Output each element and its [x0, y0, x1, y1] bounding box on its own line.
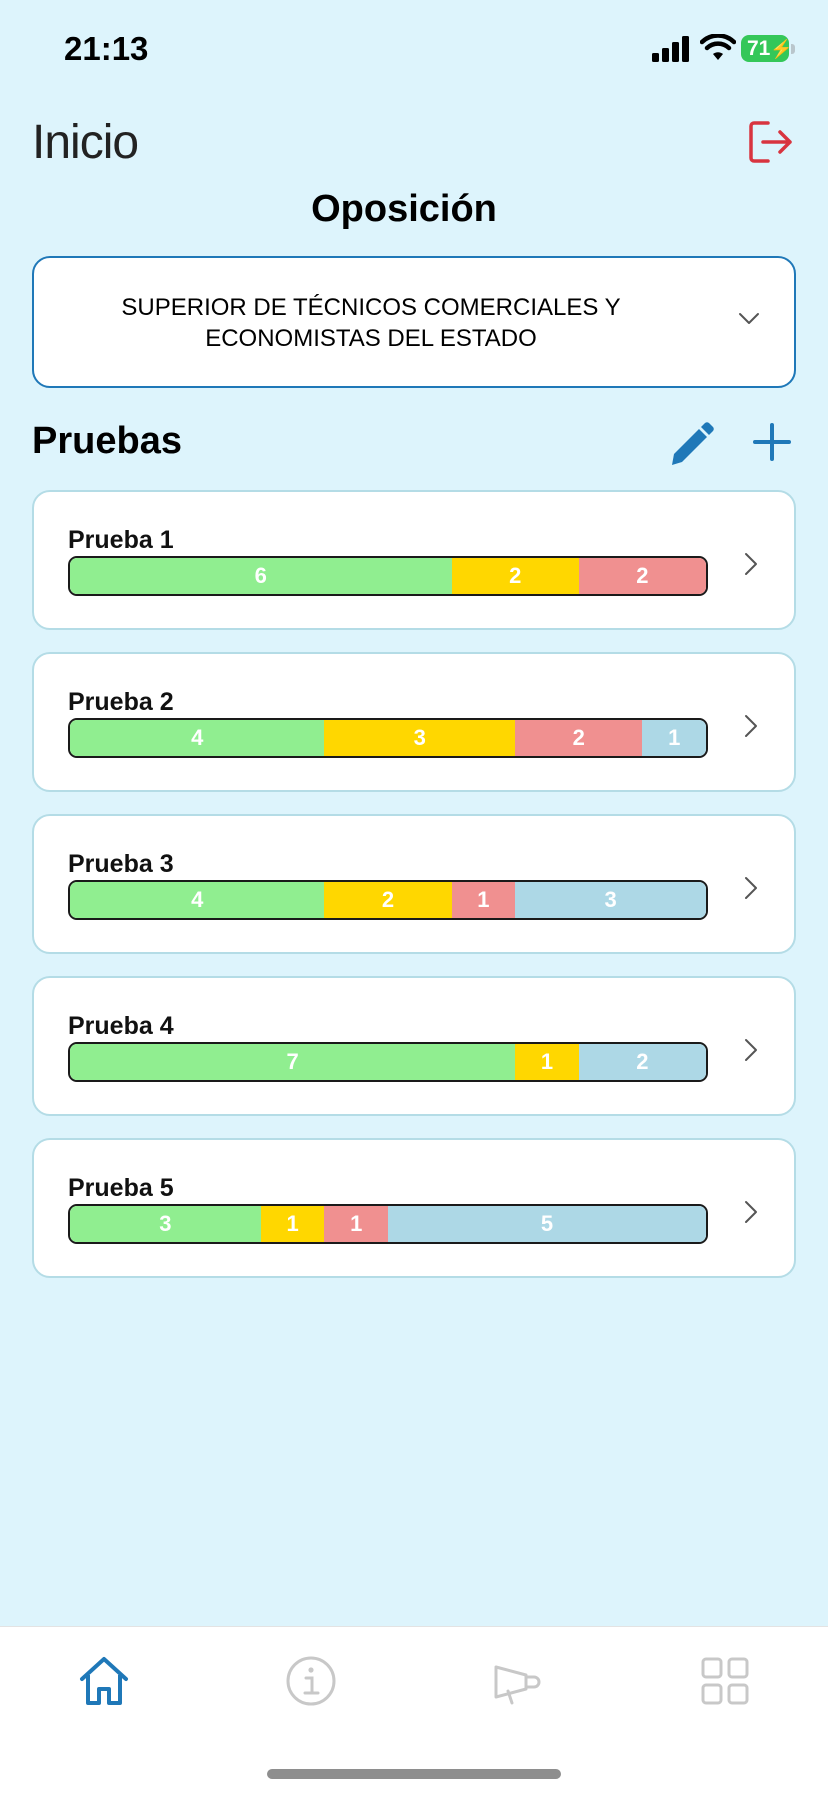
segment-yellow: 1	[515, 1044, 579, 1080]
segment-green: 4	[70, 882, 325, 918]
chevron-down-icon	[739, 313, 759, 324]
prueba-label: Prueba 4	[68, 1012, 174, 1040]
progress-bar: 622	[68, 556, 708, 596]
tab-bar	[0, 1626, 828, 1793]
segment-blue: 3	[515, 882, 706, 918]
progress-bar: 3115	[68, 1204, 708, 1244]
prueba-label: Prueba 1	[68, 526, 174, 554]
segment-blue: 2	[578, 1044, 706, 1080]
prueba-card[interactable]: Prueba 4712	[32, 976, 796, 1116]
segment-red: 2	[515, 720, 643, 756]
segment-blue: 5	[387, 1206, 706, 1242]
segment-green: 7	[70, 1044, 516, 1080]
segment-red: 2	[578, 558, 706, 594]
segment-green: 3	[70, 1206, 261, 1242]
home-icon[interactable]	[74, 1651, 134, 1711]
pencil-icon[interactable]	[666, 418, 716, 468]
megaphone-icon[interactable]	[488, 1651, 548, 1711]
prueba-card[interactable]: Prueba 53115	[32, 1138, 796, 1278]
plus-icon[interactable]	[752, 422, 792, 462]
cellular-signal-icon	[652, 36, 689, 62]
prueba-card[interactable]: Prueba 1622	[32, 490, 796, 630]
segment-blue: 1	[642, 720, 706, 756]
home-indicator	[267, 1769, 561, 1779]
chevron-right-icon	[745, 715, 757, 737]
chevron-right-icon	[745, 877, 757, 899]
prueba-label: Prueba 2	[68, 688, 174, 716]
info-icon[interactable]	[281, 1651, 341, 1711]
segment-green: 4	[70, 720, 325, 756]
segment-yellow: 1	[260, 1206, 325, 1242]
chevron-right-icon	[745, 553, 757, 575]
charging-bolt-icon: ⚡	[770, 39, 793, 59]
prueba-card[interactable]: Prueba 34213	[32, 814, 796, 954]
segment-yellow: 2	[451, 558, 579, 594]
oposicion-dropdown[interactable]: SUPERIOR DE TÉCNICOS COMERCIALES Y ECONO…	[32, 256, 796, 388]
wifi-icon	[700, 34, 736, 60]
segment-green: 6	[70, 558, 452, 594]
status-bar: 21:13 71⚡	[0, 0, 828, 100]
segment-red: 1	[451, 882, 516, 918]
oposicion-heading: Oposición	[311, 188, 497, 230]
prueba-label: Prueba 5	[68, 1174, 174, 1202]
progress-bar: 4321	[68, 718, 708, 758]
segment-yellow: 3	[324, 720, 516, 756]
oposicion-selected-line2: ECONOMISTAS DEL ESTADO	[205, 325, 537, 352]
status-time: 21:13	[64, 30, 149, 67]
prueba-label: Prueba 3	[68, 850, 174, 878]
pruebas-title: Pruebas	[32, 420, 182, 462]
segment-yellow: 2	[324, 882, 452, 918]
battery-tip	[791, 44, 795, 54]
chevron-right-icon	[745, 1201, 757, 1223]
segment-red: 1	[324, 1206, 388, 1242]
page-title: Inicio	[32, 116, 139, 169]
progress-bar: 4213	[68, 880, 708, 920]
chevron-right-icon	[745, 1039, 757, 1061]
progress-bar: 712	[68, 1042, 708, 1082]
grid-icon[interactable]	[695, 1651, 755, 1711]
battery-indicator: 71⚡	[741, 35, 793, 62]
logout-icon[interactable]	[748, 119, 794, 165]
oposicion-selected-line1: SUPERIOR DE TÉCNICOS COMERCIALES Y	[121, 294, 621, 321]
oposicion-selected-value: SUPERIOR DE TÉCNICOS COMERCIALES Y ECONO…	[54, 292, 688, 354]
prueba-card[interactable]: Prueba 24321	[32, 652, 796, 792]
battery-level: 71	[747, 37, 771, 60]
